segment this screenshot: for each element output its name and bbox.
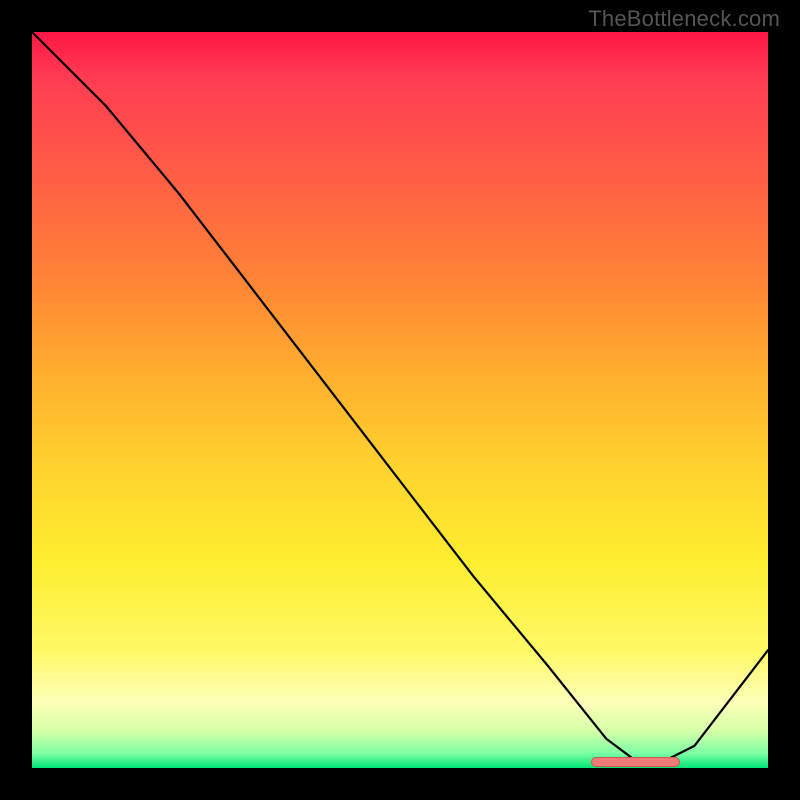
bottleneck-curve-path bbox=[32, 32, 768, 761]
chart-minimum-marker bbox=[591, 757, 679, 767]
chart-plot-area bbox=[32, 32, 768, 768]
chart-line-series bbox=[32, 32, 768, 768]
watermark-text: TheBottleneck.com bbox=[588, 6, 780, 32]
